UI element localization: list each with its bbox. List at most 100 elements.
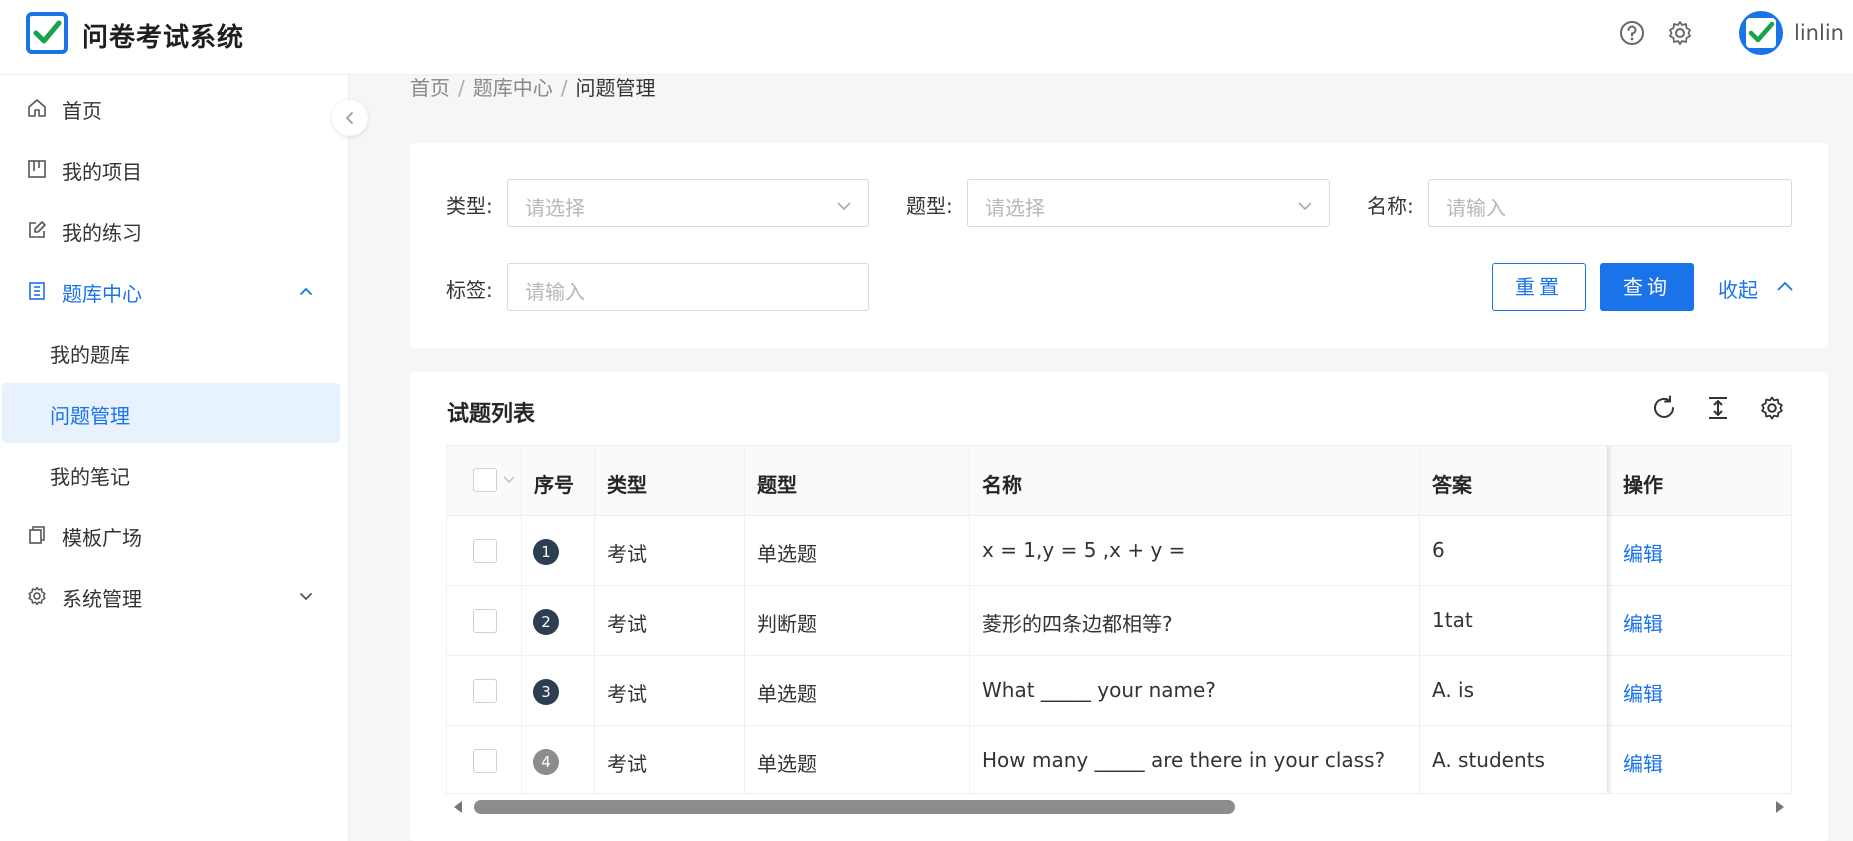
scrollbar-thumb[interactable] <box>474 800 1235 814</box>
sidebar-item-label: 我的笔记 <box>50 465 130 489</box>
breadcrumb-separator: / <box>458 76 465 100</box>
avatar[interactable] <box>1739 11 1783 55</box>
index-badge: 1 <box>533 539 559 565</box>
sidebar-item-label: 模板广场 <box>62 526 142 550</box>
question-list-panel: 试题列表 序号 类型 题型 名称 答案 操作 1 考试 单选题 x = 1,y … <box>410 372 1828 841</box>
sidebar-item-label: 我的练习 <box>62 221 142 245</box>
question-table: 序号 类型 题型 名称 答案 操作 1 考试 单选题 x = 1,y = 5 ,… <box>446 445 1792 794</box>
row-checkbox[interactable] <box>473 539 497 563</box>
home-icon <box>26 97 48 119</box>
row-checkbox[interactable] <box>473 749 497 773</box>
type-cell: 考试 <box>607 612 647 636</box>
chevron-down-icon <box>298 588 314 604</box>
gear-icon[interactable] <box>1758 394 1786 422</box>
sidebar-item-label: 题库中心 <box>62 282 142 306</box>
name-input-placeholder: 请输入 <box>1446 196 1506 220</box>
table-row: 4 考试 单选题 How many _____ are there in you… <box>447 726 1791 793</box>
edit-link[interactable]: 编辑 <box>1623 608 1663 637</box>
edit-link[interactable]: 编辑 <box>1623 538 1663 567</box>
library-icon <box>26 280 48 302</box>
search-button[interactable]: 查询 <box>1600 263 1694 311</box>
edit-link[interactable]: 编辑 <box>1623 748 1663 777</box>
question-type-select[interactable]: 请选择 <box>967 179 1330 227</box>
sidebar-item-question-management[interactable]: 问题管理 <box>2 383 340 443</box>
breadcrumb-separator: / <box>560 76 568 100</box>
sidebar: 首页 我的项目 我的练习 题库中心 我的题库 问题管理 我的笔记 模板广场 系统… <box>0 75 349 841</box>
column-header-answer: 答案 <box>1432 473 1472 497</box>
fixed-column-shadow <box>1607 446 1613 793</box>
tag-input[interactable]: 请输入 <box>507 263 869 311</box>
sidebar-item-system[interactable]: 系统管理 <box>0 566 338 626</box>
column-height-icon[interactable] <box>1704 394 1732 422</box>
index-badge: 2 <box>533 609 559 635</box>
question-type-select-placeholder: 请选择 <box>985 196 1045 220</box>
table-title: 试题列表 <box>447 402 536 427</box>
refresh-icon[interactable] <box>1650 394 1678 422</box>
table-row: 1 考试 单选题 x = 1,y = 5 ,x + y = 6 编辑 <box>447 516 1791 586</box>
answer-cell: 1tat <box>1432 608 1473 632</box>
row-checkbox[interactable] <box>473 609 497 633</box>
sidebar-item-question-bank[interactable]: 题库中心 <box>0 261 338 321</box>
question-type-cell: 单选题 <box>757 682 817 706</box>
chevron-down-icon[interactable] <box>503 476 515 484</box>
name-cell: What _____ your name? <box>982 678 1216 702</box>
tag-input-placeholder: 请输入 <box>525 280 585 304</box>
index-badge: 3 <box>533 679 559 705</box>
sidebar-item-label: 我的题库 <box>50 343 130 367</box>
horizontal-scrollbar[interactable] <box>446 794 1792 818</box>
index-badge: 4 <box>533 749 559 775</box>
question-type-cell: 判断题 <box>757 612 817 636</box>
sidebar-item-my-bank[interactable]: 我的题库 <box>0 322 338 382</box>
type-cell: 考试 <box>607 752 647 776</box>
tag-label: 标签: <box>446 278 493 302</box>
top-header: 问卷考试系统 linlin <box>0 0 1853 75</box>
name-cell: How many _____ are there in your class? <box>982 748 1386 772</box>
chevron-down-icon <box>836 197 852 216</box>
sidebar-item-notes[interactable]: 我的笔记 <box>0 444 338 504</box>
reset-button[interactable]: 重置 <box>1492 263 1586 311</box>
index-cell: 1 <box>521 516 591 586</box>
sidebar-collapse-button[interactable] <box>332 100 368 136</box>
select-all-checkbox[interactable] <box>473 468 497 492</box>
sidebar-item-label: 首页 <box>62 99 102 123</box>
column-header-action: 操作 <box>1623 473 1663 497</box>
chevron-up-icon <box>298 283 314 299</box>
answer-cell: A. is <box>1432 678 1475 702</box>
collapse-filters-label: 收起 <box>1718 278 1758 302</box>
chevron-up-icon <box>1777 281 1793 291</box>
breadcrumb: 首页 / 题库中心 / 问题管理 <box>410 72 664 101</box>
username[interactable]: linlin <box>1794 21 1844 45</box>
answer-cell: A. students <box>1432 748 1545 772</box>
sidebar-item-home[interactable]: 首页 <box>0 78 338 138</box>
breadcrumb-home[interactable]: 首页 <box>410 76 450 100</box>
type-cell: 考试 <box>607 682 647 706</box>
type-select[interactable]: 请选择 <box>507 179 869 227</box>
answer-cell: 6 <box>1432 538 1445 562</box>
help-icon[interactable] <box>1617 18 1647 48</box>
type-select-placeholder: 请选择 <box>525 196 585 220</box>
sidebar-item-templates[interactable]: 模板广场 <box>0 505 338 565</box>
name-cell: 菱形的四条边都相等? <box>982 612 1173 636</box>
name-label: 名称: <box>1367 194 1414 218</box>
column-divider <box>744 446 745 793</box>
question-type-cell: 单选题 <box>757 542 817 566</box>
row-checkbox[interactable] <box>473 679 497 703</box>
edit-link[interactable]: 编辑 <box>1623 678 1663 707</box>
scroll-left-icon[interactable] <box>452 800 464 814</box>
app-title: 问卷考试系统 <box>82 23 245 53</box>
type-cell: 考试 <box>607 542 647 566</box>
sidebar-item-label: 我的项目 <box>62 160 142 184</box>
scroll-right-icon[interactable] <box>1774 800 1786 814</box>
sidebar-item-practice[interactable]: 我的练习 <box>0 200 338 260</box>
breadcrumb-question-bank[interactable]: 题库中心 <box>473 76 553 100</box>
table-row: 2 考试 判断题 菱形的四条边都相等? 1tat 编辑 <box>447 586 1791 656</box>
column-divider <box>1419 446 1420 793</box>
name-input[interactable]: 请输入 <box>1428 179 1792 227</box>
sidebar-item-projects[interactable]: 我的项目 <box>0 139 338 199</box>
template-icon <box>26 524 48 546</box>
sidebar-item-label: 问题管理 <box>50 404 130 428</box>
collapse-filters-button[interactable]: 收起 <box>1718 274 1793 303</box>
column-divider <box>594 446 595 793</box>
breadcrumb-current: 问题管理 <box>575 76 656 100</box>
gear-icon[interactable] <box>1665 18 1695 48</box>
